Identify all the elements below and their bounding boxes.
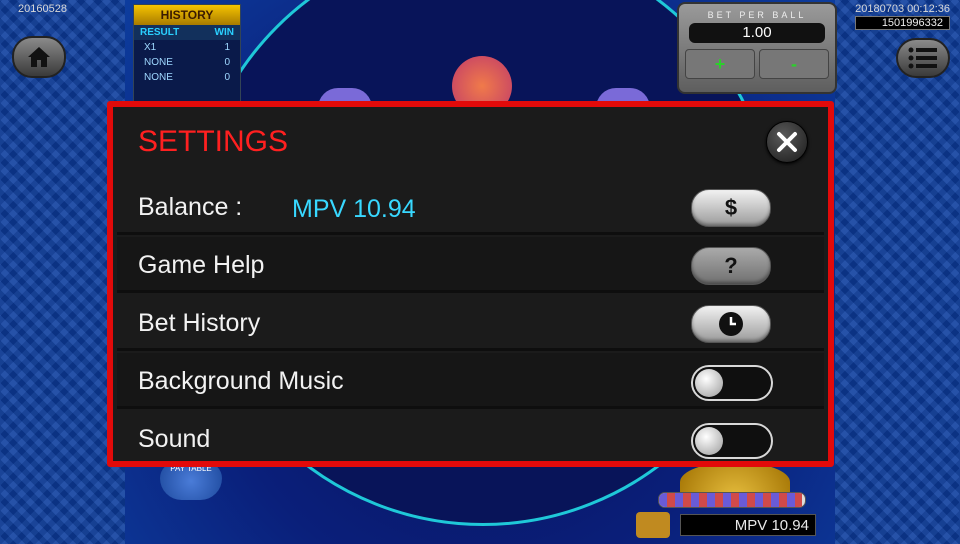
home-button[interactable]: [12, 36, 66, 78]
balance-button[interactable]: $: [691, 189, 771, 227]
close-icon: [777, 132, 797, 152]
version-code: 20160528: [18, 3, 67, 15]
history-win: 1: [224, 42, 230, 53]
pay-table-button[interactable]: PAY TABLE: [160, 462, 222, 500]
user-id: 1501996332: [855, 16, 950, 30]
history-row: NONE 0: [134, 70, 240, 85]
history-row: X1 1: [134, 40, 240, 55]
menu-button[interactable]: [896, 38, 950, 78]
datetime-text: 20180703 00:12:36: [855, 3, 950, 15]
progress-bar: [658, 492, 806, 508]
bet-label: BET PER BALL: [707, 10, 807, 20]
cart-icon[interactable]: [636, 512, 670, 538]
sound-label: Sound: [138, 425, 211, 453]
balance-label: Balance :: [138, 193, 243, 221]
settings-row-sound: Sound: [117, 411, 824, 467]
history-title: HISTORY: [134, 5, 240, 25]
datetime-display: 20180703 00:12:36 1501996332: [855, 3, 950, 30]
progress-fill: [659, 493, 803, 507]
game-help-label: Game Help: [138, 251, 265, 279]
clock-icon: [719, 312, 743, 336]
settings-row-help: Game Help ?: [117, 237, 824, 293]
bet-panel: BET PER BALL 1.00 + -: [677, 2, 837, 94]
history-row: NONE 0: [134, 55, 240, 70]
bet-history-label: Bet History: [138, 309, 261, 337]
balance-value: MPV 10.94: [292, 195, 416, 223]
history-result: X1: [144, 42, 157, 53]
background-music-toggle[interactable]: [691, 365, 773, 401]
bet-value: 1.00: [689, 23, 825, 43]
row-divider: [117, 232, 824, 235]
close-button[interactable]: [766, 121, 808, 163]
footer-balance: MPV 10.94: [680, 514, 816, 536]
menu-icon: [908, 47, 937, 69]
settings-row-music: Background Music: [117, 353, 824, 409]
toggle-knob: [695, 427, 723, 455]
sound-toggle[interactable]: [691, 423, 773, 459]
row-divider: [117, 348, 824, 351]
history-win: 0: [224, 72, 230, 83]
history-col-result: RESULT: [140, 27, 180, 38]
toggle-knob: [695, 369, 723, 397]
history-win: 0: [224, 57, 230, 68]
row-divider: [117, 290, 824, 293]
settings-dialog: SETTINGS Balance : MPV 10.94 $ Game Help…: [107, 101, 834, 467]
history-col-win: WIN: [214, 27, 234, 38]
bet-minus-button[interactable]: -: [759, 49, 829, 79]
question-icon: ?: [724, 253, 738, 278]
settings-row-history: Bet History: [117, 295, 824, 351]
bet-plus-button[interactable]: +: [685, 49, 755, 79]
bet-history-button[interactable]: [691, 305, 771, 343]
history-panel: HISTORY RESULT WIN X1 1 NONE 0 NONE 0: [133, 4, 241, 106]
history-result: NONE: [144, 72, 173, 83]
game-help-button[interactable]: ?: [691, 247, 771, 285]
dollar-icon: $: [724, 195, 738, 220]
history-result: NONE: [144, 57, 173, 68]
bet-buttons: + -: [685, 49, 829, 79]
home-icon: [28, 47, 50, 67]
background-music-label: Background Music: [138, 367, 344, 395]
history-header: RESULT WIN: [134, 25, 240, 40]
settings-row-balance: Balance : MPV 10.94 $: [117, 179, 824, 235]
row-divider: [117, 406, 824, 409]
settings-title: SETTINGS: [138, 125, 289, 158]
